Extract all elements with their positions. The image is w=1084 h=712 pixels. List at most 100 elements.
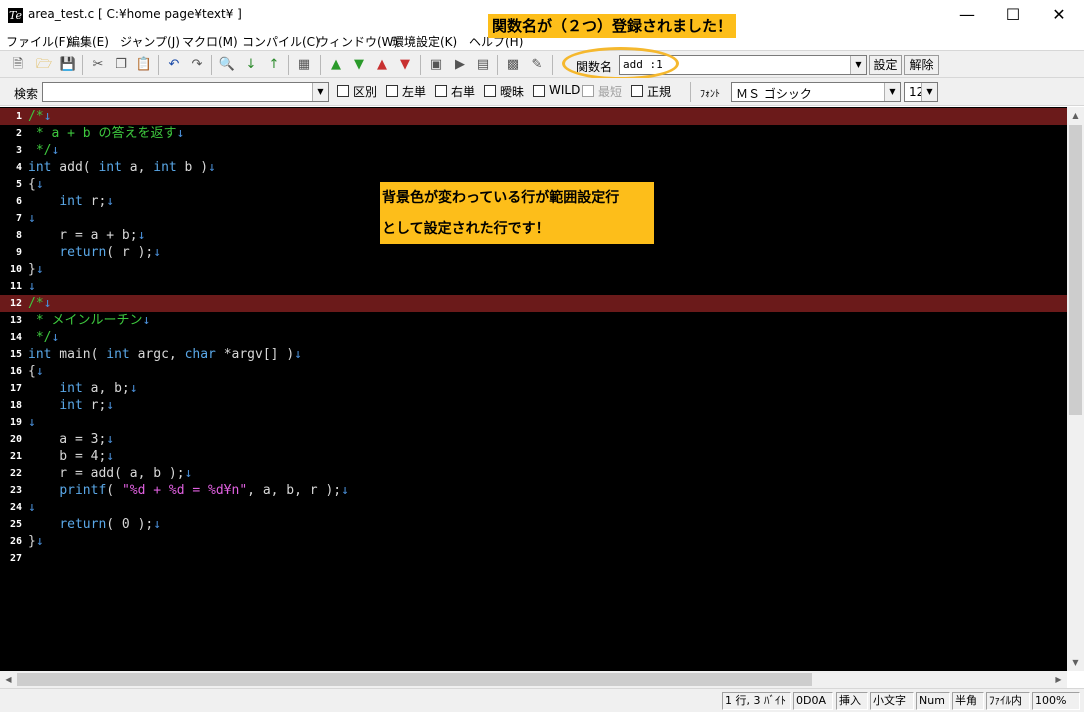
macro-record-icon[interactable]: ▣ [426,55,446,75]
code-text: * メインルーチン↓ [28,313,151,328]
scrollbar-thumb[interactable] [1069,125,1082,415]
tool-icon[interactable]: ✎ [527,55,547,75]
chevron-down-icon[interactable]: ▼ [850,56,866,74]
line-number: 15 [9,349,22,360]
save-icon[interactable]: 💾 [58,55,78,75]
checkbox-region[interactable] [337,85,349,97]
code-line[interactable]: 9 return( r );↓ [0,244,1067,261]
paste-icon[interactable]: 📋 [134,55,154,75]
code-line[interactable]: 4 int add( int a, int b )↓ [0,159,1067,176]
code-line[interactable]: 10}↓ [0,261,1067,278]
status-width[interactable]: 半角 [952,692,984,710]
code-line[interactable]: 13 * メインルーチン↓ [0,312,1067,329]
code-line[interactable]: 21 b = 4;↓ [0,448,1067,465]
new-file-icon[interactable]: 🗎 [8,55,28,75]
jump-down-icon[interactable]: ▼ [349,55,369,75]
checkbox-left-word[interactable] [386,85,398,97]
undo-icon[interactable]: ↶ [164,55,184,75]
search-input[interactable]: ▼ [42,82,329,102]
code-line[interactable]: 17 int a, b;↓ [0,380,1067,397]
find-prev-icon[interactable]: ↑ [264,55,284,75]
range-down-icon[interactable]: ▼ [395,55,415,75]
scrollbar-thumb[interactable] [17,673,812,686]
code-text: b = 4;↓ [28,449,115,464]
status-scope[interactable]: ﾌｧｲﾙ内 [986,692,1030,710]
status-case[interactable]: 小文字 [870,692,914,710]
code-line[interactable]: 22 r = add( a, b );↓ [0,465,1067,482]
jump-up-icon[interactable]: ▲ [326,55,346,75]
horizontal-scrollbar[interactable]: ◀ ▶ [0,671,1067,688]
code-line[interactable]: 26}↓ [0,533,1067,550]
split-window-icon[interactable]: ▤ [473,55,493,75]
code-text: int add( int a, int b )↓ [28,160,216,175]
code-line[interactable]: 27 [0,550,1067,567]
code-text: ↓ [28,211,36,226]
app-icon: Te [8,8,23,23]
checkbox-fuzzy[interactable] [484,85,496,97]
vertical-scrollbar[interactable]: ▲ ▼ [1067,107,1084,671]
menu-file[interactable]: ファイル(F) [6,33,70,50]
status-zoom[interactable]: 100% [1032,692,1080,710]
range-up-icon[interactable]: ▲ [372,55,392,75]
checkbox-wild[interactable] [533,85,545,97]
chevron-down-icon[interactable]: ▼ [884,83,900,101]
scroll-down-icon[interactable]: ▼ [1067,654,1084,671]
macro-play-icon[interactable]: ▶ [450,55,470,75]
close-button[interactable]: ✕ [1036,0,1082,30]
copy-icon[interactable]: ❐ [111,55,131,75]
compile-icon[interactable]: ▩ [503,55,523,75]
line-number: 11 [9,281,22,292]
font-size-select[interactable]: 12 ▼ [904,82,938,102]
checkbox-regex[interactable] [631,85,643,97]
code-line[interactable]: 18 int r;↓ [0,397,1067,414]
code-line[interactable]: 16 {↓ [0,363,1067,380]
code-text: r = add( a, b );↓ [28,466,193,481]
find-next-icon[interactable]: ↓ [241,55,261,75]
status-insert-mode[interactable]: 挿入 [836,692,868,710]
line-number: 20 [9,434,22,445]
checkbox-right-word[interactable] [435,85,447,97]
minimize-button[interactable]: — [944,0,990,30]
code-line[interactable]: 2 * a + b の答えを返す↓ [0,125,1067,142]
scroll-left-icon[interactable]: ◀ [0,671,17,688]
clear-button[interactable]: 解除 [904,55,939,75]
maximize-button[interactable]: ☐ [990,0,1036,30]
cut-icon[interactable]: ✂ [88,55,108,75]
code-text: return( 0 );↓ [59,517,162,532]
range-line[interactable]: 1 /*↓ [0,108,1067,125]
menu-edit[interactable]: 編集(E) [68,33,109,50]
code-line[interactable]: 11 ↓ [0,278,1067,295]
scroll-up-icon[interactable]: ▲ [1067,107,1084,124]
font-select[interactable]: ＭＳ ゴシック ▼ [731,82,901,102]
toolbar: 🗎 🗁 💾 ✂ ❐ 📋 ↶ ↷ 🔍 ↓ ↑ ▦ ▲ ▼ ▲ ▼ ▣ ▶ ▤ ▩ … [0,50,1084,78]
code-line[interactable]: 25 return( 0 );↓ [0,516,1067,533]
toolbar-separator [288,55,289,75]
grep-icon[interactable]: ▦ [294,55,314,75]
chevron-down-icon[interactable]: ▼ [921,83,937,101]
font-label: ﾌｫﾝﾄ [700,89,720,100]
scroll-right-icon[interactable]: ▶ [1050,671,1067,688]
code-line[interactable]: 19 ↓ [0,414,1067,431]
code-line[interactable]: 3 */↓ [0,142,1067,159]
menu-compile[interactable]: コンパイル(C) [242,33,320,50]
line-number: 9 [15,247,22,258]
code-line[interactable]: 14 */↓ [0,329,1067,346]
code-line[interactable]: 15 int main( int argc, char *argv[] )↓ [0,346,1067,363]
range-line[interactable]: 12 /*↓ [0,295,1067,312]
open-folder-icon[interactable]: 🗁 [34,55,54,75]
menu-window[interactable]: ウィンドウ(W) [317,33,398,50]
menu-jump[interactable]: ジャンプ(J) [120,33,180,50]
code-line[interactable]: 24 ↓ [0,499,1067,516]
code-text: }↓ [28,262,44,277]
code-line[interactable]: 23 printf( "%d + %d = %d¥n", a, b, r );↓ [0,482,1067,499]
chevron-down-icon[interactable]: ▼ [312,83,328,101]
find-icon[interactable]: 🔍 [217,55,237,75]
menu-settings[interactable]: 環境設定(K) [392,33,457,50]
code-line[interactable]: 20 a = 3;↓ [0,431,1067,448]
set-button[interactable]: 設定 [869,55,902,75]
line-number: 25 [9,519,22,530]
function-name-select[interactable]: add :1 ▼ [619,55,867,75]
menu-macro[interactable]: マクロ(M) [182,33,238,50]
redo-icon[interactable]: ↷ [187,55,207,75]
status-newline[interactable]: 0D0A [793,692,833,710]
